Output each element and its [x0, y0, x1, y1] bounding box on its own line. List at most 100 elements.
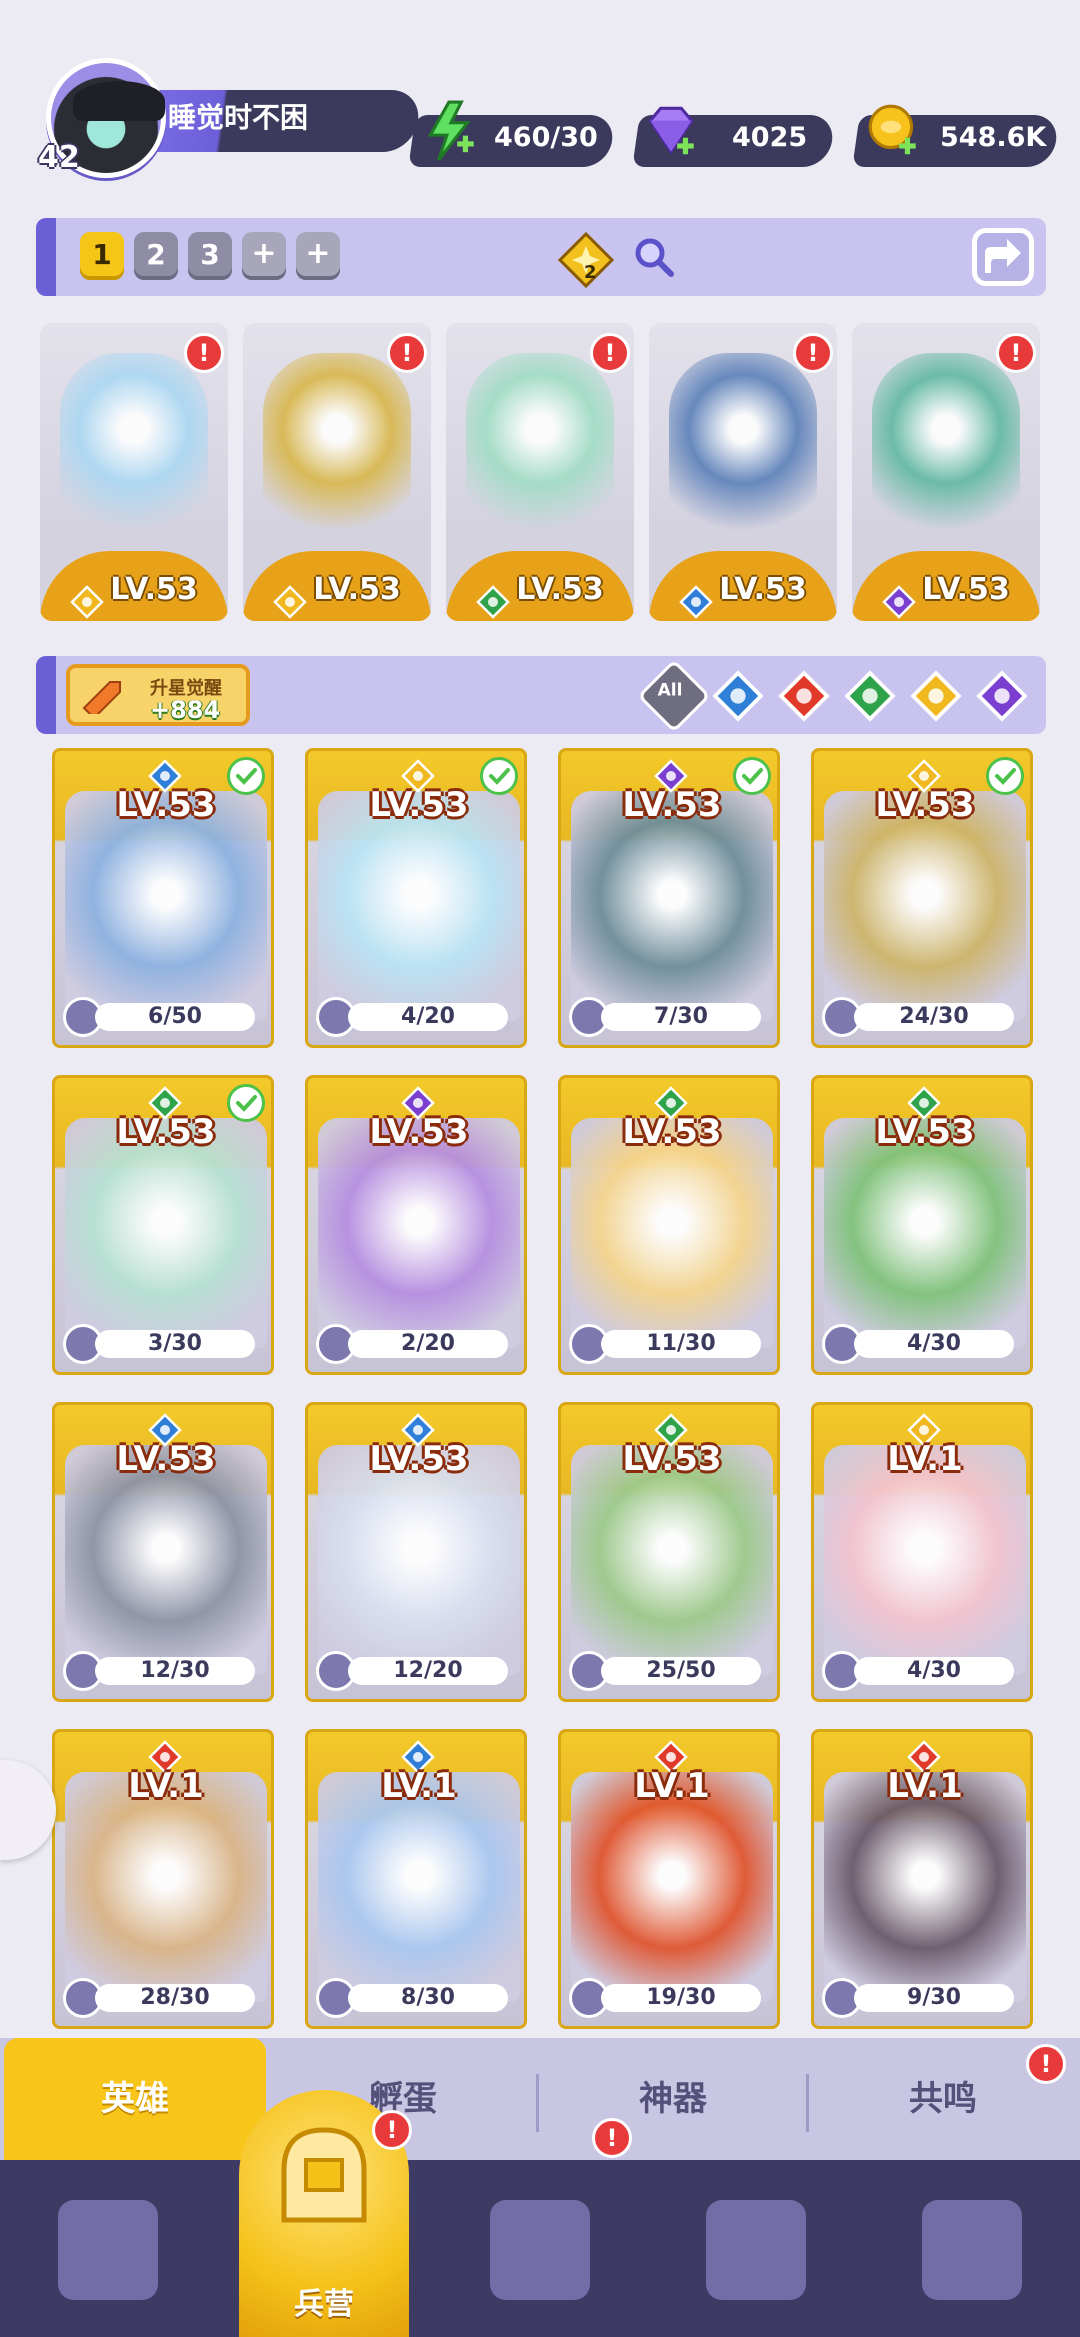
- filter-bar-accent: [36, 656, 56, 734]
- hero-portrait: [318, 1772, 520, 2002]
- energy-add-icon: [457, 135, 474, 153]
- barracks-alert-icon: !: [372, 2110, 412, 2150]
- nav-barracks-label: 兵营: [294, 2287, 354, 2322]
- gems-value: 4025: [732, 122, 808, 153]
- awaken-button[interactable]: 升星觉醒 +884: [66, 664, 250, 726]
- hero-card[interactable]: LV.53 12/30: [52, 1402, 274, 1702]
- hero-card[interactable]: LV.53 3/30: [52, 1075, 274, 1375]
- hero-shard-progress: 4/30: [854, 1657, 1014, 1685]
- team-tab-3[interactable]: 3: [188, 232, 232, 280]
- hero-portrait: [65, 1772, 267, 2002]
- filter-dark[interactable]: [976, 670, 1028, 722]
- deployed-check-icon: [733, 757, 771, 795]
- side-floating-avatar[interactable]: [0, 1760, 56, 1860]
- subtab-artifacts[interactable]: 神器: [540, 2038, 806, 2160]
- filter-wind[interactable]: [844, 670, 896, 722]
- hero-card[interactable]: LV.1 9/30: [811, 1729, 1033, 2029]
- hero-level: LV.53: [369, 1112, 469, 1152]
- team-add-button-1[interactable]: +: [242, 232, 286, 280]
- hero-card[interactable]: LV.53 6/50: [52, 748, 274, 1048]
- team-slot-2[interactable]: ! LV.53: [243, 323, 431, 621]
- nav-map[interactable]: !: [432, 2118, 648, 2337]
- team-slot-1[interactable]: ! LV.53: [40, 323, 228, 621]
- hero-level: LV.1: [887, 1439, 963, 1479]
- hero-shard-progress: 4/30: [854, 1330, 1014, 1358]
- hero-portrait: [571, 1118, 773, 1348]
- helmet-icon: [281, 2127, 367, 2223]
- hero-shard-progress: 4/20: [348, 1003, 508, 1031]
- cards-icon: [58, 2200, 158, 2300]
- filter-all-label: All: [657, 680, 683, 701]
- hero-card[interactable]: LV.1 8/30: [305, 1729, 527, 2029]
- team-tab-1[interactable]: 1: [80, 232, 124, 280]
- filter-light[interactable]: [910, 670, 962, 722]
- team-bar-accent: [36, 218, 56, 296]
- hero-card[interactable]: LV.53 24/30: [811, 748, 1033, 1048]
- hero-card[interactable]: LV.53 2/20: [305, 1075, 527, 1375]
- hero-card[interactable]: LV.1 28/30: [52, 1729, 274, 2029]
- team-slot-level: LV.53: [446, 551, 634, 621]
- water-element-icon: [712, 670, 764, 722]
- search-icon[interactable]: [631, 234, 677, 280]
- team-slot-alert-icon: !: [387, 333, 427, 373]
- hero-card[interactable]: LV.53 11/30: [558, 1075, 780, 1375]
- map-icon: [490, 2200, 590, 2300]
- hero-portrait: [65, 1118, 267, 1348]
- wind-element-icon: [476, 584, 511, 619]
- hero-shard-progress: 2/20: [348, 1330, 508, 1358]
- team-slot-level-text: LV.53: [313, 572, 401, 607]
- player-level: 42: [38, 140, 80, 175]
- hero-card[interactable]: LV.53 25/50: [558, 1402, 780, 1702]
- team-slot-level-text: LV.53: [110, 572, 198, 607]
- hero-shard-progress: 12/30: [95, 1657, 255, 1685]
- nav-cards[interactable]: [0, 2160, 216, 2337]
- team-add-button-2[interactable]: +: [296, 232, 340, 280]
- avatar-hat-icon: [73, 81, 165, 121]
- nav-temple[interactable]: [648, 2160, 864, 2337]
- team-slot-3[interactable]: ! LV.53: [446, 323, 634, 621]
- hero-portrait: [872, 353, 1020, 543]
- hero-card[interactable]: LV.1 19/30: [558, 1729, 780, 2029]
- gold-value: 548.6K: [940, 122, 1047, 153]
- hero-portrait: [824, 1118, 1026, 1348]
- team-slot-level-text: LV.53: [719, 572, 807, 607]
- team-slot-level: LV.53: [40, 551, 228, 621]
- fire-element-icon: [778, 670, 830, 722]
- hero-portrait: [669, 353, 817, 543]
- subtab-heroes[interactable]: 英雄: [4, 2038, 266, 2160]
- hero-shard-progress: 19/30: [601, 1984, 761, 2012]
- wind-element-icon: [844, 670, 896, 722]
- nav-shop[interactable]: [864, 2160, 1080, 2337]
- hero-shard-progress: 3/30: [95, 1330, 255, 1358]
- water-element-icon: [679, 584, 714, 619]
- subtab-divider: [806, 2074, 809, 2132]
- hero-card[interactable]: LV.1 4/30: [811, 1402, 1033, 1702]
- resonance-alert-icon: !: [1026, 2044, 1066, 2084]
- team-tab-2[interactable]: 2: [134, 232, 178, 280]
- energy-value: 460/30: [494, 122, 598, 153]
- share-button[interactable]: [972, 228, 1034, 286]
- lightning-icon: [427, 100, 474, 161]
- team-slot-alert-icon: !: [996, 333, 1036, 373]
- light-element-icon: [70, 584, 105, 619]
- hero-level: LV.1: [887, 1766, 963, 1806]
- team-bar: 1 2 3 + + 2: [36, 218, 1046, 296]
- hero-shard-progress: 24/30: [854, 1003, 1014, 1031]
- hero-card[interactable]: LV.53 4/20: [305, 748, 527, 1048]
- hero-portrait: [65, 791, 267, 1021]
- hero-level: LV.53: [875, 1112, 975, 1152]
- player-profile[interactable]: 42 睡觉时不困: [38, 58, 423, 178]
- filter-all-button[interactable]: All: [637, 659, 711, 733]
- hero-card[interactable]: LV.53 7/30: [558, 748, 780, 1048]
- hero-portrait: [824, 791, 1026, 1021]
- hero-card[interactable]: LV.53 4/30: [811, 1075, 1033, 1375]
- filter-water[interactable]: [712, 670, 764, 722]
- map-alert-icon: !: [592, 2118, 632, 2158]
- hero-portrait: [263, 353, 411, 543]
- filter-fire[interactable]: [778, 670, 830, 722]
- mushroom-house-icon: [922, 2200, 1022, 2300]
- hero-card[interactable]: LV.53 12/20: [305, 1402, 527, 1702]
- team-slot-5[interactable]: ! LV.53: [852, 323, 1040, 621]
- team-slot-4[interactable]: ! LV.53: [649, 323, 837, 621]
- nav-barracks[interactable]: 兵营 !: [216, 2090, 432, 2337]
